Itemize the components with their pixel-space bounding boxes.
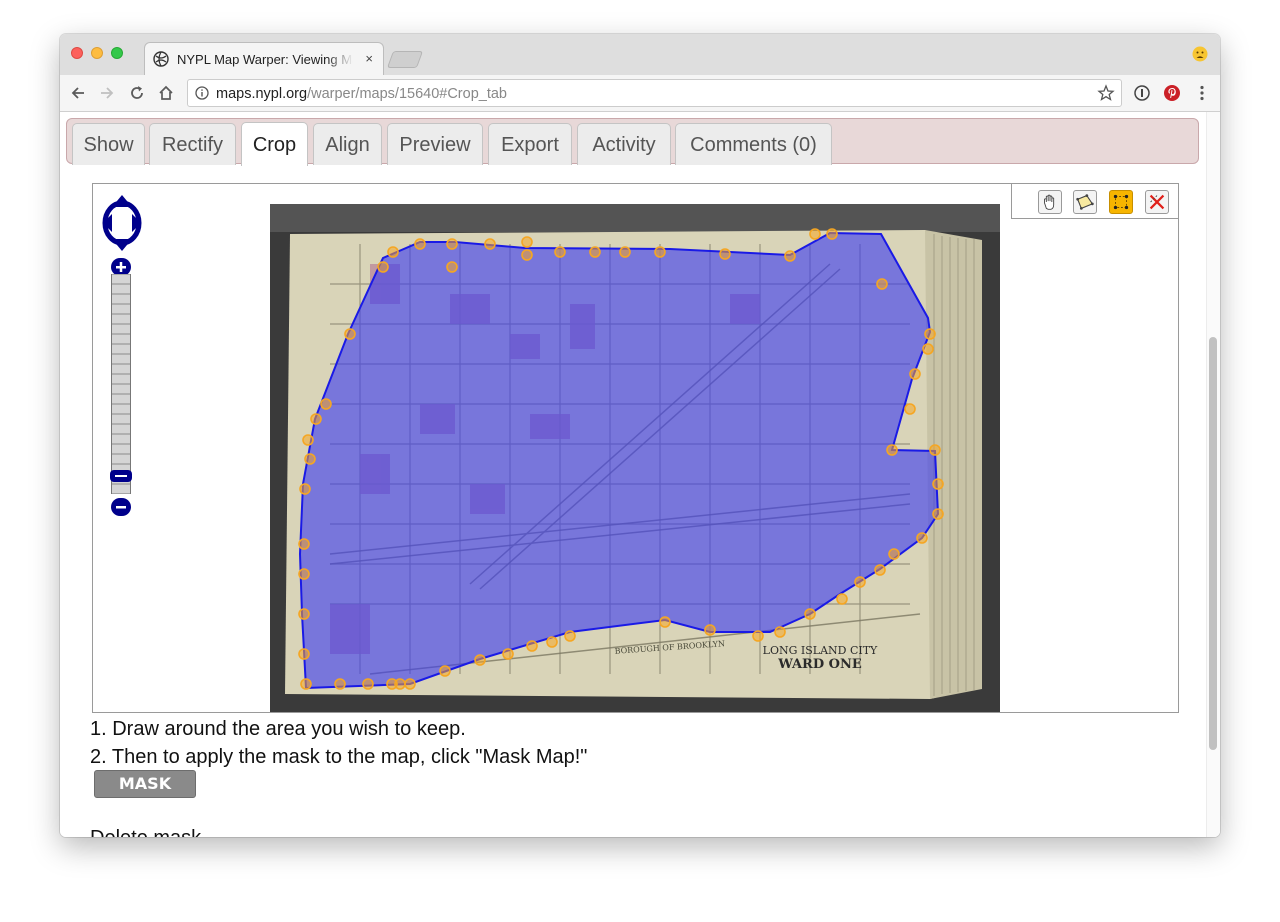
tab-export[interactable]: Export <box>488 123 572 165</box>
map-scan-image[interactable]: LONG ISLAND CITY WARD ONE BOROUGH OF BRO… <box>270 204 1000 713</box>
delete-x-icon[interactable] <box>1145 190 1169 214</box>
map-tab-bar: Show Rectify Crop Align Preview Export A… <box>66 118 1199 166</box>
browser-window: NYPL Map Warper: Viewing Map 15640 × <box>60 34 1220 837</box>
maximize-window-button[interactable] <box>111 47 123 59</box>
browser-tab[interactable]: NYPL Map Warper: Viewing Map 15640 × <box>144 42 384 75</box>
home-icon[interactable] <box>156 83 176 103</box>
minimize-window-button[interactable] <box>91 47 103 59</box>
tab-preview[interactable]: Preview <box>387 123 483 165</box>
tab-show[interactable]: Show <box>72 123 145 165</box>
mask-map-button[interactable]: MASK MAP! <box>94 770 196 819</box>
tab-activity[interactable]: Activity <box>577 123 671 165</box>
address-bar[interactable]: maps.nypl.org/warper/maps/15640#Crop_tab <box>187 79 1122 107</box>
reload-icon[interactable] <box>127 83 147 103</box>
url-path: /warper/maps/15640#Crop_tab <box>307 86 507 102</box>
browser-toolbar: maps.nypl.org/warper/maps/15640#Crop_tab <box>60 75 1220 112</box>
tab-crop[interactable]: Crop <box>241 122 308 166</box>
extension-info-icon[interactable] <box>1133 84 1151 102</box>
vertex-edit-icon[interactable] <box>1109 190 1133 214</box>
edit-toolbar <box>1011 184 1178 219</box>
emoji-face-icon[interactable] <box>1192 46 1208 62</box>
nypl-globe-icon <box>153 51 169 67</box>
zoom-slider-track[interactable] <box>111 274 131 494</box>
tab-comments[interactable]: Comments (0) <box>675 123 832 165</box>
menu-dots-icon[interactable] <box>1193 84 1211 102</box>
scrollbar-thumb[interactable] <box>1209 337 1217 750</box>
new-tab-button[interactable] <box>386 51 424 68</box>
forward-icon[interactable] <box>97 83 117 103</box>
instruction-step-2: 2. Then to apply the mask to the map, cl… <box>90 746 588 768</box>
page-content: Show Rectify Crop Align Preview Export A… <box>60 112 1220 837</box>
tab-align[interactable]: Align <box>313 123 382 165</box>
pan-arrows-icon[interactable] <box>102 194 142 252</box>
hand-icon[interactable] <box>1038 190 1062 214</box>
pinterest-icon[interactable] <box>1163 84 1181 102</box>
instruction-step-1: 1. Draw around the area you wish to keep… <box>90 718 466 740</box>
info-icon[interactable] <box>195 86 209 100</box>
map-viewer[interactable]: LONG ISLAND CITY WARD ONE BOROUGH OF BRO… <box>92 183 1179 713</box>
back-icon[interactable] <box>68 83 88 103</box>
delete-mask-heading: Delete mask <box>90 827 201 837</box>
close-window-button[interactable] <box>71 47 83 59</box>
url-text: maps.nypl.org/warper/maps/15640#Crop_tab <box>216 86 507 102</box>
tab-title: NYPL Map Warper: Viewing Map 15640 <box>177 52 353 67</box>
zoom-slider-handle[interactable] <box>110 470 132 482</box>
map-title-line1: LONG ISLAND CITY <box>763 644 878 657</box>
map-title-line2: WARD ONE <box>777 657 862 672</box>
tab-strip: NYPL Map Warper: Viewing Map 15640 × <box>60 34 1220 75</box>
zoom-out-icon[interactable] <box>111 498 131 516</box>
tab-rectify[interactable]: Rectify <box>149 123 236 165</box>
scrollbar[interactable] <box>1206 112 1220 837</box>
url-host: maps.nypl.org <box>216 86 308 102</box>
tab-close-icon[interactable]: × <box>365 51 373 66</box>
polygon-icon[interactable] <box>1073 190 1097 214</box>
bookmark-star-icon[interactable] <box>1097 84 1115 102</box>
